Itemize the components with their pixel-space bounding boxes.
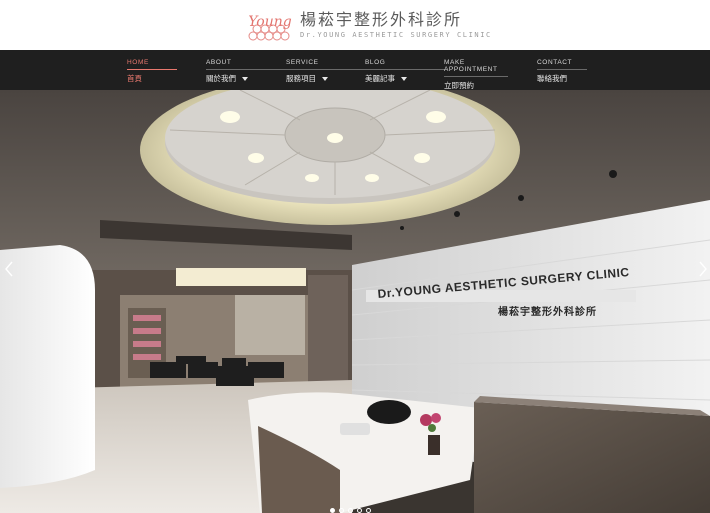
nav-item-cn: 首頁 <box>127 73 177 84</box>
slider-dot[interactable] <box>348 508 353 513</box>
logo-text: 楊菘宇整形外科診所 Dr.YOUNG AESTHETIC SURGERY CLI… <box>300 10 492 40</box>
hero-slider: Dr.YOUNG AESTHETIC SURGERY CLINIC 楊菘宇整形外… <box>0 90 710 513</box>
nav-item-blog[interactable]: BLOG 美麗記事 <box>365 59 445 84</box>
nav-item-cn-label: 聯絡我們 <box>537 74 567 83</box>
caret-down-icon[interactable] <box>242 76 248 81</box>
nav-item-cn-label: 美麗記事 <box>365 74 395 83</box>
brand-name-en: Dr.YOUNG AESTHETIC SURGERY CLINIC <box>300 31 492 39</box>
nav-item-cn: 關於我們 <box>206 73 286 84</box>
main-nav: HOME 首頁 ABOUT 關於我們 SERVICE 服務項目 BLOG 美麗記… <box>0 50 710 90</box>
chevron-right-icon <box>699 261 707 277</box>
caret-down-icon[interactable] <box>322 76 328 81</box>
nav-item-service[interactable]: SERVICE 服務項目 <box>286 59 366 84</box>
logo-mark: Young <box>244 8 296 42</box>
logo-mark-text: Young <box>248 14 291 30</box>
site-header: Young 楊菘宇整形外科診所 Dr.YOUNG AESTHETIC SURGE… <box>0 0 710 50</box>
nav-item-appointment[interactable]: MAKE APPOINTMENT 立即預約 <box>444 59 508 91</box>
caret-down-icon[interactable] <box>401 76 407 81</box>
nav-item-cn-label: 服務項目 <box>286 74 316 83</box>
site-logo[interactable]: Young 楊菘宇整形外科診所 Dr.YOUNG AESTHETIC SURGE… <box>244 8 492 42</box>
nav-item-cn: 服務項目 <box>286 73 366 84</box>
slider-dot[interactable] <box>357 508 362 513</box>
wall-sign-cn: 楊菘宇整形外科診所 <box>498 305 597 318</box>
nav-item-en: HOME <box>127 59 177 70</box>
slider-pagination <box>330 508 371 513</box>
nav-item-cn-label: 首頁 <box>127 74 142 83</box>
chevron-left-icon <box>5 261 13 277</box>
nav-item-cn: 聯絡我們 <box>537 73 587 84</box>
nav-item-cn: 美麗記事 <box>365 73 445 84</box>
nav-item-contact[interactable]: CONTACT 聯絡我們 <box>537 59 587 84</box>
brand-name-cn: 楊菘宇整形外科診所 <box>300 10 463 29</box>
nav-item-en: MAKE APPOINTMENT <box>444 59 508 77</box>
slider-next-button[interactable] <box>696 258 710 280</box>
nav-item-en: CONTACT <box>537 59 587 70</box>
hero-image: Dr.YOUNG AESTHETIC SURGERY CLINIC 楊菘宇整形外… <box>0 90 710 513</box>
slider-prev-button[interactable] <box>2 258 16 280</box>
nav-item-en: ABOUT <box>206 59 286 70</box>
nav-item-cn-label: 關於我們 <box>206 74 236 83</box>
slider-dot[interactable] <box>339 508 344 513</box>
slider-dot[interactable] <box>366 508 371 513</box>
nav-item-home[interactable]: HOME 首頁 <box>127 59 177 84</box>
nav-item-en: SERVICE <box>286 59 366 70</box>
nav-item-en: BLOG <box>365 59 445 70</box>
slider-dot[interactable] <box>330 508 335 513</box>
nav-item-about[interactable]: ABOUT 關於我們 <box>206 59 286 84</box>
